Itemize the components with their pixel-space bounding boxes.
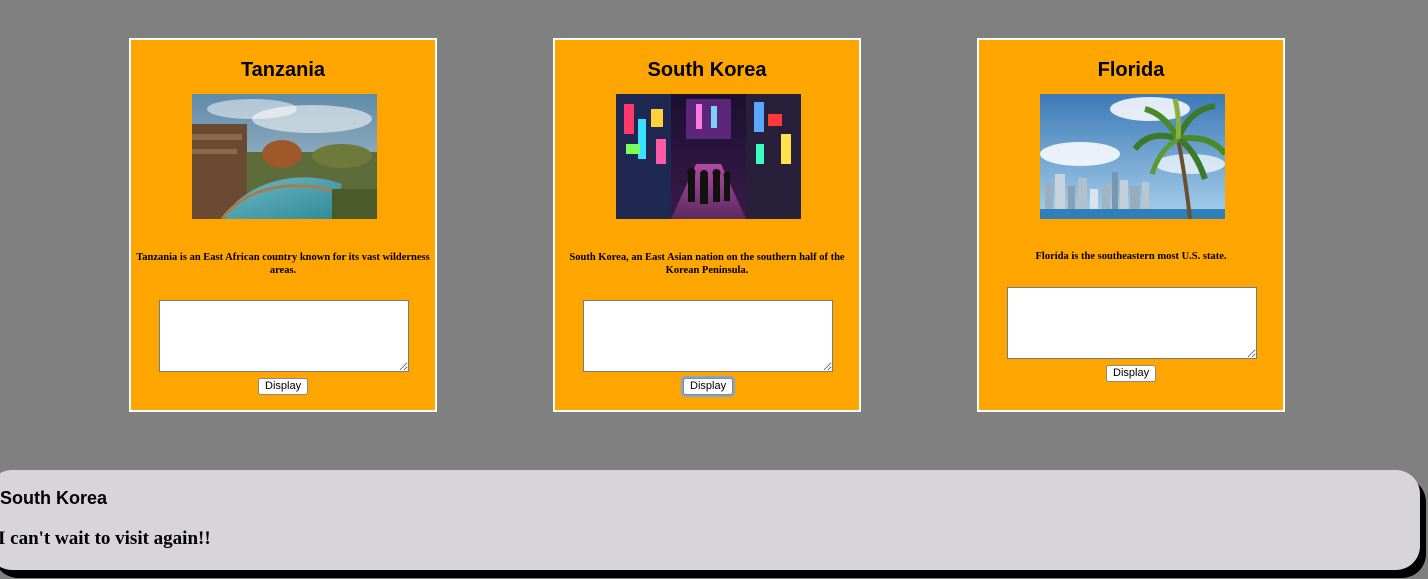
card-description: Tanzania is an East African country know… [136,252,430,276]
card-tanzania: Tanzania Tanzania is an East African cou… [129,38,437,412]
card-textarea[interactable] [159,300,409,372]
card-florida: Florida Florida is the southeastern most… [977,38,1285,412]
florida-photo [1040,94,1225,219]
display-button[interactable]: Display [683,378,734,395]
tanzania-photo [192,94,377,219]
card-textarea[interactable] [1007,287,1257,359]
card-textarea[interactable] [583,300,833,372]
output-title: South Korea [0,488,108,508]
output-message: I can't wait to visit again!! [0,528,211,549]
card-title: Florida [1097,59,1165,81]
card-title: South Korea [647,59,767,81]
display-button[interactable]: Display [1106,365,1157,382]
card-description: Florida is the southeastern most U.S. st… [1035,251,1227,262]
output-panel: South Korea I can't wait to visit again!… [0,470,1420,570]
card-description: South Korea, an East Asian nation on the… [569,252,845,276]
card-south-korea: South Korea South Korea, an East Asian n… [553,38,861,412]
south-korea-photo [616,94,801,219]
display-button[interactable]: Display [258,378,309,395]
card-title: Tanzania [240,59,326,81]
